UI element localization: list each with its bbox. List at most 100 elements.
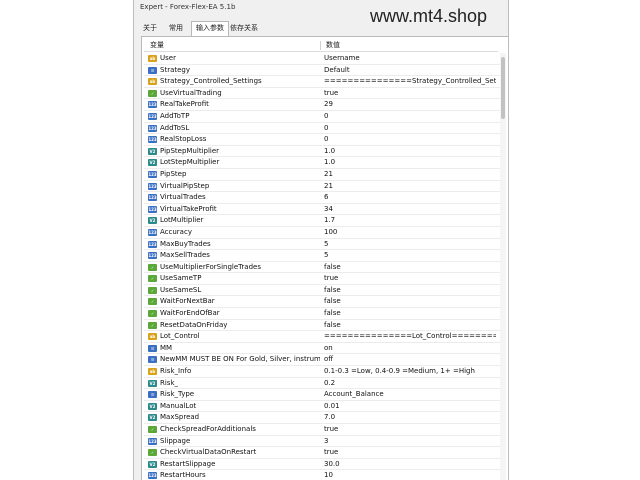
param-value[interactable]: off (324, 354, 496, 366)
param-value[interactable]: 30.0 (324, 459, 496, 471)
param-type-bool-icon: ✓ (148, 275, 157, 283)
param-value[interactable]: 0 (324, 134, 496, 146)
param-value[interactable]: 1.7 (324, 215, 496, 227)
param-value[interactable]: 100 (324, 227, 496, 239)
table-row[interactable]: ✓ WaitForNextBar false (144, 296, 500, 309)
param-type-bool-icon: ✓ (148, 89, 157, 97)
table-row[interactable]: ab Lot_Control ===============Lot_Control=… (144, 331, 500, 343)
param-value[interactable]: 3 (324, 436, 496, 448)
param-value[interactable]: false (324, 285, 496, 297)
table-row[interactable]: 123 Slippage 3 (144, 436, 500, 448)
table-row[interactable]: ✓ UseSameSL false (144, 285, 500, 297)
vertical-scrollbar[interactable] (500, 53, 506, 480)
table-row[interactable]: 123 RestartHours 10 (144, 470, 500, 480)
table-row[interactable]: V2 MaxSpread 7.0 (144, 412, 500, 424)
param-type-bool-icon: ✓ (148, 298, 157, 306)
table-row[interactable]: V2 Risk_ 0.2 (144, 378, 500, 390)
table-row[interactable]: ☰ NewMM MUST BE ON For Gold, Silver, inst… (144, 354, 500, 367)
param-value[interactable]: Username (324, 53, 496, 65)
table-row[interactable]: 123 VirtualPipStep 21 (144, 181, 500, 193)
table-row[interactable]: 123 RealStopLoss 0 (144, 134, 500, 146)
tab-about[interactable]: 关于 (139, 22, 161, 35)
table-row[interactable]: ✓ CheckSpreadForAdditionals true (144, 424, 500, 436)
table-row[interactable]: 123 MaxSellTrades 5 (144, 250, 500, 262)
param-value[interactable]: 0.1-0.3 =Low, 0.4-0.9 =Medium, 1+ =High (324, 366, 496, 378)
param-value[interactable]: 0.2 (324, 378, 496, 390)
scrollbar-thumb[interactable] (501, 57, 505, 119)
table-row[interactable]: ✓ UseVirtualTrading true (144, 88, 500, 100)
param-value[interactable]: true (324, 424, 496, 436)
param-name: ResetDataOnFriday (160, 320, 228, 329)
param-type-enum-icon: ☰ (148, 356, 157, 364)
table-row[interactable]: 123 AddToSL 0 (144, 123, 500, 135)
table-row[interactable]: V2 RestartSlippage 30.0 (144, 459, 500, 471)
param-value[interactable]: 5 (324, 250, 496, 262)
param-type-dbl-icon: V2 (148, 402, 157, 410)
param-value[interactable]: on (324, 343, 496, 355)
table-row[interactable]: 123 VirtualTrades 6 (144, 192, 500, 204)
table-row[interactable]: 123 MaxBuyTrades 5 (144, 239, 500, 251)
table-row[interactable]: 123 Accuracy 100 (144, 227, 500, 239)
param-value[interactable]: ===============Strategy_Controlled_Setti… (324, 76, 496, 88)
table-row[interactable]: ☰ Risk_Type Account_Balance (144, 389, 500, 401)
param-value[interactable]: 10 (324, 470, 496, 480)
table-row[interactable]: ☰ MM on (144, 343, 500, 355)
table-row[interactable]: V2 LotMultiplier 1.7 (144, 215, 500, 227)
param-name: Accuracy (160, 227, 192, 236)
param-value[interactable]: 0.01 (324, 401, 496, 413)
table-row[interactable]: 123 RealTakeProfit 29 (144, 99, 500, 111)
table-row[interactable]: V2 LotStepMultiplier 1.0 (144, 157, 500, 169)
param-value[interactable]: 7.0 (324, 412, 496, 424)
column-header-variable[interactable]: 变量 (150, 40, 164, 51)
param-name: WaitForNextBar (160, 297, 215, 306)
table-row[interactable]: ✓ CheckVirtualDataOnRestart true (144, 447, 500, 459)
param-value[interactable]: 0 (324, 111, 496, 123)
param-value[interactable]: Default (324, 65, 496, 77)
param-value[interactable]: 5 (324, 239, 496, 251)
param-value[interactable]: Account_Balance (324, 389, 496, 401)
param-type-int-icon: 123 (148, 240, 157, 248)
param-value[interactable]: 21 (324, 169, 496, 181)
table-row[interactable]: ✓ UseSameTP true (144, 273, 500, 285)
table-row[interactable]: ✓ UseMultiplierForSingleTrades false (144, 262, 500, 274)
param-value[interactable]: 34 (324, 204, 496, 216)
param-value[interactable]: ===============Lot_Control=========... (324, 331, 496, 343)
param-value[interactable]: 1.0 (324, 157, 496, 169)
param-value[interactable]: false (324, 262, 496, 274)
table-row[interactable]: ☰ Strategy Default (144, 65, 500, 77)
table-row[interactable]: V2 ManualLot 0.01 (144, 401, 500, 413)
param-value[interactable]: true (324, 273, 496, 285)
param-name: UseSameTP (160, 274, 202, 283)
param-value[interactable]: 0 (324, 123, 496, 135)
param-type-dbl-icon: V2 (148, 379, 157, 387)
tab-dependencies[interactable]: 依存关系 (226, 22, 262, 35)
param-name: LotStepMultiplier (160, 158, 220, 167)
tab-inputs[interactable]: 输入参数 (191, 21, 229, 37)
param-value[interactable]: 21 (324, 181, 496, 193)
param-value[interactable]: 6 (324, 192, 496, 204)
param-name: RestartHours (160, 471, 206, 480)
tab-common[interactable]: 常用 (165, 22, 187, 35)
param-value[interactable]: 29 (324, 99, 496, 111)
table-row[interactable]: ✓ ResetDataOnFriday false (144, 320, 500, 332)
param-value[interactable]: false (324, 320, 496, 332)
table-row[interactable]: ab Strategy_Controlled_Settings ==========… (144, 76, 500, 88)
param-name: Strategy_Controlled_Settings (160, 77, 262, 86)
param-value[interactable]: false (324, 308, 496, 320)
column-divider[interactable] (320, 41, 321, 50)
param-value[interactable]: true (324, 88, 496, 100)
table-row[interactable]: 123 VirtualTakeProfit 34 (144, 204, 500, 216)
param-value[interactable]: false (324, 296, 496, 308)
column-header-value[interactable]: 数值 (326, 40, 340, 51)
table-row[interactable]: V2 PipStepMultiplier 1.0 (144, 146, 500, 158)
param-value[interactable]: 1.0 (324, 146, 496, 158)
param-value[interactable]: true (324, 447, 496, 459)
table-row[interactable]: ab User Username (144, 53, 500, 65)
table-row[interactable]: ab Risk_Info 0.1-0.3 =Low, 0.4-0.9 =Medium… (144, 366, 500, 378)
table-row[interactable]: ✓ WaitForEndOfBar false (144, 308, 500, 320)
table-row[interactable]: 123 AddToTP 0 (144, 111, 500, 123)
param-type-bool-icon: ✓ (148, 286, 157, 294)
table-header: 变量 数值 (144, 40, 498, 52)
table-row[interactable]: 123 PipStep 21 (144, 169, 500, 181)
param-type-dbl-icon: V2 (148, 217, 157, 225)
